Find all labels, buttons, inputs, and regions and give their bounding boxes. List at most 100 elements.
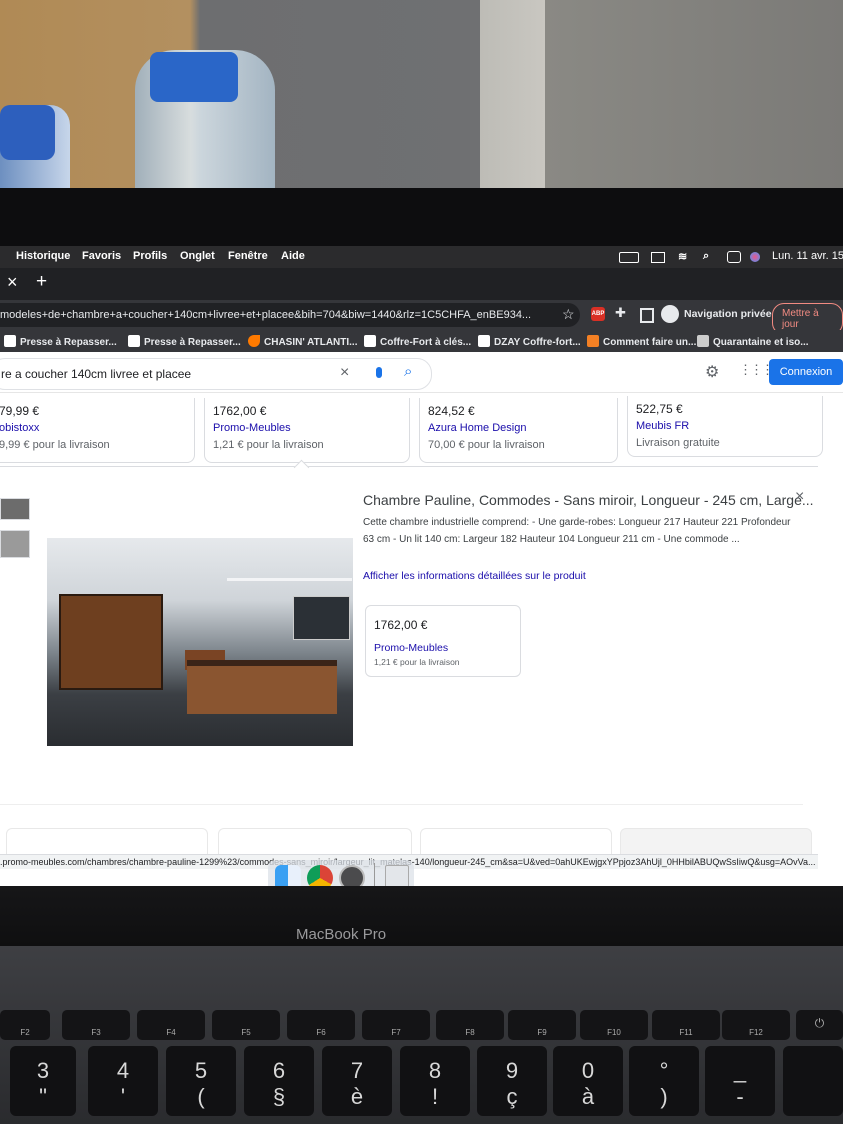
battery-icon[interactable] xyxy=(619,252,639,263)
fkey[interactable]: F8 xyxy=(436,1010,504,1040)
amazon-icon xyxy=(128,335,140,347)
new-tab-icon[interactable]: + xyxy=(36,271,47,293)
offer-store[interactable]: obistoxx xyxy=(0,422,39,434)
fkey[interactable]: F3 xyxy=(62,1010,130,1040)
menu-aide[interactable]: Aide xyxy=(281,250,305,262)
control-center-icon[interactable] xyxy=(727,251,741,263)
keyboard-icon[interactable] xyxy=(651,252,665,263)
bookmark-item[interactable]: Comment faire un... xyxy=(587,335,696,348)
search-icon[interactable]: ⌕ xyxy=(404,363,412,380)
clock[interactable]: Lun. 11 avr. 15: xyxy=(772,250,843,262)
offer-shipping: 70,00 € pour la livraison xyxy=(428,439,545,451)
wifi-off-icon[interactable]: ≋ xyxy=(678,250,687,263)
menu-profils[interactable]: Profils xyxy=(133,250,167,262)
menu-onglet[interactable]: Onglet xyxy=(180,250,215,262)
fkey[interactable]: F9 xyxy=(508,1010,576,1040)
offer-shipping: 1,21 € pour la livraison xyxy=(213,439,324,451)
keyboard-key[interactable]: 3 " xyxy=(10,1046,76,1116)
product-offer-card[interactable]: 1762,00 € Promo-Meubles 1,21 € pour la l… xyxy=(365,605,521,677)
close-icon[interactable]: × xyxy=(795,488,804,506)
thumbnail[interactable] xyxy=(0,498,30,520)
room-background xyxy=(0,0,843,200)
bookmark-item[interactable]: Quarantaine et iso... xyxy=(697,335,809,348)
offer-store[interactable]: Promo-Meubles xyxy=(213,422,291,434)
amazon-icon xyxy=(364,335,376,347)
bookmark-item[interactable]: Presse à Repasser... xyxy=(4,335,117,348)
settings-gear-icon[interactable]: ⚙ xyxy=(705,362,719,382)
menu-fenetre[interactable]: Fenêtre xyxy=(228,250,268,262)
offer-price: 1762,00 € xyxy=(374,618,428,632)
url-input[interactable]: modeles+de+chambre+a+coucher+140cm+livre… xyxy=(0,303,580,327)
fkey[interactable]: F11 xyxy=(652,1010,720,1040)
offer-card[interactable]: 1762,00 € Promo-Meubles 1,21 € pour la l… xyxy=(204,398,410,463)
product-details-link[interactable]: Afficher les informations détaillées sur… xyxy=(363,570,586,582)
offer-card[interactable]: 79,99 € obistoxx 9,99 € pour la livraiso… xyxy=(0,398,195,463)
offer-store[interactable]: Azura Home Design xyxy=(428,422,526,434)
laptop-screen: Historique Favoris Profils Onglet Fenêtr… xyxy=(0,246,843,886)
extensions-puzzle-icon[interactable]: ✚ xyxy=(615,305,626,321)
bottle-cap xyxy=(150,52,238,102)
keyboard-key[interactable] xyxy=(783,1046,843,1116)
fkey[interactable]: F6 xyxy=(287,1010,355,1040)
bookmark-item[interactable]: Presse à Repasser... xyxy=(128,335,241,348)
search-input[interactable]: re a coucher 140cm livree et placee xyxy=(1,367,191,381)
amazon-icon xyxy=(4,335,16,347)
keyboard-key[interactable]: 5( xyxy=(166,1046,236,1116)
keyboard-key[interactable]: _ - xyxy=(705,1046,775,1116)
product-title[interactable]: Chambre Pauline, Commodes - Sans miroir,… xyxy=(363,492,814,508)
fkey[interactable]: F4 xyxy=(137,1010,205,1040)
keyboard-key[interactable]: 8! xyxy=(400,1046,470,1116)
product-image[interactable] xyxy=(47,538,353,746)
keyboard-key[interactable]: 7è xyxy=(322,1046,392,1116)
incognito-icon[interactable] xyxy=(661,305,679,323)
address-bar-row: modeles+de+chambre+a+coucher+140cm+livre… xyxy=(0,300,843,335)
clear-icon[interactable]: × xyxy=(340,364,349,382)
bookmark-item[interactable]: CHASIN' ATLANTI... xyxy=(248,335,357,348)
bookmark-item[interactable]: DZAY Coffre-fort... xyxy=(478,335,581,348)
fkey[interactable]: F5 xyxy=(212,1010,280,1040)
private-browsing-label[interactable]: Navigation privée xyxy=(684,308,772,320)
play-icon xyxy=(248,335,260,347)
sidepanel-icon[interactable] xyxy=(640,308,654,323)
power-key[interactable]: ⏻ xyxy=(796,1010,843,1040)
star-icon[interactable]: ☆ xyxy=(562,306,575,323)
offer-card[interactable]: 522,75 € Meubis FR Livraison gratuite xyxy=(627,396,823,457)
signin-button[interactable]: Connexion xyxy=(769,359,843,385)
fkey[interactable]: F12 xyxy=(722,1010,790,1040)
laptop-brand-label: MacBook Pro xyxy=(296,926,387,943)
apps-grid-icon[interactable]: ⋮⋮⋮ xyxy=(739,362,774,378)
offer-store[interactable]: Promo-Meubles xyxy=(374,642,448,654)
keyboard-key[interactable]: 9ç xyxy=(477,1046,547,1116)
menu-favoris[interactable]: Favoris xyxy=(82,250,121,262)
keyboard-key[interactable]: 4 ' xyxy=(88,1046,158,1116)
offer-store[interactable]: Meubis FR xyxy=(636,420,689,432)
tab-bar: × + xyxy=(0,268,843,300)
keyboard-key[interactable]: 0à xyxy=(553,1046,623,1116)
bookmark-item[interactable]: Coffre-Fort à clés... xyxy=(364,335,471,348)
menu-historique[interactable]: Historique xyxy=(16,250,70,262)
offer-card[interactable]: 824,52 € Azura Home Design 70,00 € pour … xyxy=(419,398,618,463)
finder-icon[interactable] xyxy=(275,865,301,886)
fkey[interactable]: F7 xyxy=(362,1010,430,1040)
siri-icon[interactable] xyxy=(750,252,760,262)
fkey[interactable]: F10 xyxy=(580,1010,648,1040)
divider xyxy=(0,804,803,805)
amazon-icon xyxy=(478,335,490,347)
microphone-icon[interactable] xyxy=(376,367,382,378)
bookmarks-bar: Presse à Repasser... Presse à Repasser..… xyxy=(0,330,843,352)
fkey[interactable]: F2 xyxy=(0,1010,50,1040)
product-description: Cette chambre industrielle comprend: - U… xyxy=(363,517,791,545)
abp-extension-icon[interactable]: ABP xyxy=(591,307,605,321)
system-preferences-icon[interactable] xyxy=(339,865,365,886)
trash-icon[interactable] xyxy=(385,865,409,886)
search-icon[interactable]: ⌕ xyxy=(703,250,709,263)
site-icon xyxy=(697,335,709,347)
offer-price: 824,52 € xyxy=(428,404,475,418)
chrome-icon[interactable] xyxy=(307,865,333,886)
thumbnail[interactable] xyxy=(0,530,30,558)
keyboard-key[interactable]: °) xyxy=(629,1046,699,1116)
offer-shipping: 9,99 € pour la livraison xyxy=(0,439,110,451)
search-box[interactable]: re a coucher 140cm livree et placee × ⌕ xyxy=(0,358,432,390)
close-tab-icon[interactable]: × xyxy=(7,272,18,293)
keyboard-key[interactable]: 6 § xyxy=(244,1046,314,1116)
